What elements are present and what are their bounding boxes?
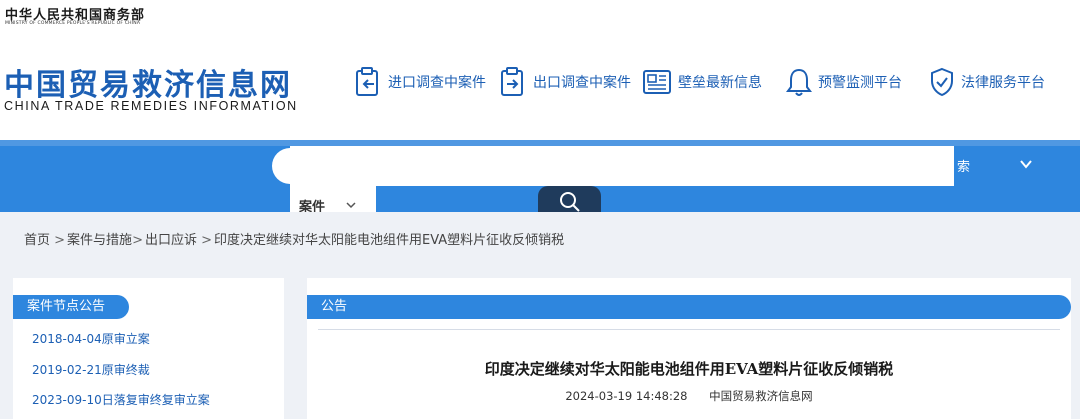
article-source: 中国贸易救济信息网 <box>709 389 813 403</box>
divider <box>318 329 1060 330</box>
sidebar-item[interactable]: 2023-09-10日落复审终复审立案 <box>32 391 210 408</box>
site-logo-title[interactable]: 中国贸易救济信息网 <box>4 60 292 104</box>
chevron-down-icon <box>346 202 356 209</box>
nav-import-cases-label: 进口调查中案件 <box>388 75 486 91</box>
section-title: 公告 <box>307 295 1071 319</box>
breadcrumb-home[interactable]: 首页 <box>24 233 50 248</box>
nav-legal-services[interactable]: 法律服务平台 <box>929 66 1045 98</box>
bell-icon <box>786 68 812 96</box>
nav-warning-monitor-label: 预警监测平台 <box>818 75 902 91</box>
search-label: 索 <box>957 160 971 175</box>
nav-legal-services-label: 法律服务平台 <box>961 75 1045 91</box>
sidebar-item[interactable]: 2018-04-04原审立案 <box>32 330 150 347</box>
clipboard-export-icon <box>501 67 523 96</box>
shield-check-icon <box>931 67 953 97</box>
sidebar-title: 案件节点公告 <box>13 295 129 319</box>
breadcrumb-current: 印度决定继续对华太阳能电池组件用EVA塑料片征收反倾销税 <box>214 233 565 248</box>
search-icon <box>559 192 580 212</box>
breadcrumb-cases[interactable]: 案件与措施 <box>67 233 132 248</box>
breadcrumb-export[interactable]: 出口应诉 <box>145 233 197 248</box>
article-meta: 2024-03-19 14:48:28 中国贸易救济信息网 <box>307 388 1071 404</box>
search-input[interactable] <box>290 146 958 186</box>
site-logo-subtitle: CHINA TRADE REMEDIES INFORMATION <box>4 99 298 113</box>
clipboard-import-icon <box>356 67 378 96</box>
nav-barrier-news-label: 壁垒最新信息 <box>678 75 762 91</box>
news-icon <box>643 70 671 94</box>
nav-warning-monitor[interactable]: 预警监测平台 <box>786 66 902 98</box>
nav-import-cases[interactable]: 进口调查中案件 <box>354 66 486 98</box>
nav-export-cases-label: 出口调查中案件 <box>533 75 631 91</box>
breadcrumb: 首页 > 案件与措施> 出口应诉 > 印度决定继续对华太阳能电池组件用EVA塑料片征收… <box>24 229 568 248</box>
nav-export-cases[interactable]: 出口调查中案件 <box>499 66 631 98</box>
article-datetime: 2024-03-19 14:48:28 <box>565 389 688 403</box>
ministry-name-en: MINISTRY OF COMMERCE PEOPLE'S REPUBLIC O… <box>5 21 141 26</box>
nav-barrier-news[interactable]: 壁垒最新信息 <box>642 66 762 98</box>
breadcrumb-separator: > <box>50 233 66 248</box>
breadcrumb-separator: > <box>196 233 213 248</box>
chevron-down-icon[interactable] <box>1019 157 1033 171</box>
breadcrumb-separator: > <box>132 233 143 248</box>
sidebar-item[interactable]: 2019-02-21原审终裁 <box>32 361 150 378</box>
article-title: 印度决定继续对华太阳能电池组件用EVA塑料片征收反倾销税 <box>484 360 894 378</box>
